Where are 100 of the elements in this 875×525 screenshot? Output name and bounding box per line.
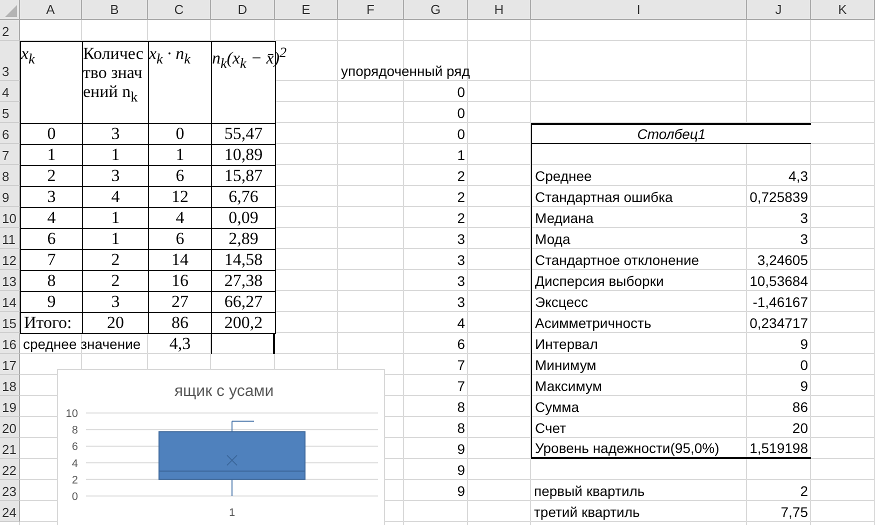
table-cell: 1	[82, 144, 149, 166]
column-header[interactable]: I	[531, 0, 747, 20]
table-cell: 15,87	[211, 165, 276, 187]
table-cell: 14	[148, 249, 212, 271]
table-cell-text: среднее значение	[22, 334, 142, 354]
table-cell: 2	[20, 165, 83, 187]
table-cell: 0,09	[211, 207, 276, 229]
row-header[interactable]: 22	[0, 459, 20, 480]
table-cell: 27,38	[211, 270, 276, 292]
column-header[interactable]: A	[20, 0, 82, 20]
table-cell: 6,76	[211, 186, 276, 208]
table-cell: 9	[20, 291, 83, 313]
table-cell: 8	[20, 270, 83, 292]
row-header[interactable]: 9	[0, 186, 20, 207]
row-header[interactable]: 10	[0, 207, 20, 228]
row-header[interactable]: 2	[0, 20, 20, 41]
table-cell-text: -1,46167	[752, 292, 809, 312]
y-axis-label: 8	[72, 424, 78, 437]
row-header[interactable]: 6	[0, 123, 20, 144]
row-header[interactable]: 8	[0, 165, 20, 186]
column-header[interactable]: J	[747, 0, 811, 20]
table-cell: Счет	[531, 417, 747, 438]
table-cell-text: 0	[456, 124, 466, 144]
table-cell: 0	[20, 123, 83, 145]
table-cell-text: третий квартиль	[533, 502, 641, 522]
table-cell: 1	[82, 207, 149, 229]
table-cell-text: 2	[456, 188, 466, 206]
row-header[interactable]: 11	[0, 228, 20, 249]
row-header[interactable]: 3	[0, 41, 20, 81]
y-axis-label: 2	[72, 474, 78, 486]
table-cell: 1,519198	[747, 438, 811, 459]
table-cell-text: 9	[799, 334, 809, 354]
table-cell: 1	[148, 144, 212, 166]
row-header[interactable]: 14	[0, 291, 20, 312]
table-cell: 3	[82, 291, 149, 313]
header-text: x$_{k}$	[21, 44, 35, 70]
chart-title: ящик с усами	[174, 383, 274, 400]
column-header[interactable]: H	[468, 0, 531, 20]
table-cell-text: 86	[791, 398, 809, 416]
column-header[interactable]: C	[148, 0, 211, 20]
row-header[interactable]: 16	[0, 333, 20, 354]
table-cell-text: первый квартиль	[533, 482, 646, 501]
table-cell: 10,89	[211, 144, 276, 166]
chart-area[interactable]: ящик с усами 10 8 6 4 2 0 1	[57, 369, 385, 525]
row-header[interactable]: 5	[0, 102, 20, 123]
row-header[interactable]: 24	[0, 501, 20, 522]
table-cell: Итого:	[20, 312, 83, 334]
x-axis-label: 1	[228, 507, 236, 519]
row-header[interactable]: 7	[0, 144, 20, 165]
column-header[interactable]: D	[211, 0, 275, 20]
table-cell: Асимметричность	[531, 312, 747, 333]
table-cell-text: 1	[456, 146, 466, 164]
table-cell-text: 8	[456, 398, 466, 416]
table-cell: 7	[20, 249, 83, 271]
table-cell: Среднее	[531, 165, 747, 186]
table-cell-text: 3	[456, 292, 466, 312]
row-header[interactable]: 20	[0, 417, 20, 438]
table-cell: 27	[148, 291, 212, 313]
table-cell-text: 2	[456, 166, 466, 186]
table-cell-text: 0,234717	[748, 314, 809, 332]
select-all-icon[interactable]	[5, 5, 17, 17]
table-cell: 3	[82, 165, 149, 187]
table-cell: Интервал	[531, 333, 747, 354]
column-header[interactable]: E	[275, 0, 338, 20]
table-cell: Медиана	[531, 207, 747, 228]
column-header[interactable]: G	[404, 0, 468, 20]
row-header[interactable]: 18	[0, 375, 20, 396]
row-header[interactable]: 21	[0, 438, 20, 459]
table-cell-text: 9	[456, 460, 466, 480]
table-cell-text: 4,3	[788, 166, 809, 186]
table-cell: 2	[82, 270, 149, 292]
row-header[interactable]: 13	[0, 270, 20, 291]
table-cell-text: 0	[456, 82, 466, 102]
column-header[interactable]: F	[338, 0, 404, 20]
row-header[interactable]: 17	[0, 354, 20, 375]
table-cell: 3	[82, 123, 149, 145]
table-cell: 12	[148, 186, 212, 208]
row-header[interactable]: 12	[0, 249, 20, 270]
row-header[interactable]: 23	[0, 480, 20, 501]
column-header[interactable]: B	[82, 0, 148, 20]
table-cell-text: 0	[799, 356, 809, 374]
table-cell-text: 9	[456, 482, 466, 500]
table-cell: 14,58	[211, 249, 276, 271]
table-cell-text: 2	[799, 482, 809, 500]
table-cell: 6	[148, 165, 212, 187]
row-header[interactable]: 4	[0, 81, 20, 102]
column-header[interactable]: K	[811, 0, 875, 20]
table-cell-text: 3	[799, 230, 809, 248]
table-cell: Минимум	[531, 354, 747, 375]
table-cell-text: 3	[456, 250, 466, 270]
row-header[interactable]: 15	[0, 312, 20, 333]
table-cell-text: 0,725839	[748, 188, 809, 206]
table-cell-text: 7	[456, 376, 466, 396]
table-cell: 6	[148, 228, 212, 250]
table-cell: 1	[82, 228, 149, 250]
table-cell: Дисперсия выборки	[531, 270, 747, 291]
table-cell: Стандартная ошибка	[531, 186, 747, 207]
row-header[interactable]: 19	[0, 396, 20, 417]
table-cell: Уровень надежности(95,0%)	[531, 438, 747, 459]
table-cell: 66,27	[211, 291, 276, 313]
